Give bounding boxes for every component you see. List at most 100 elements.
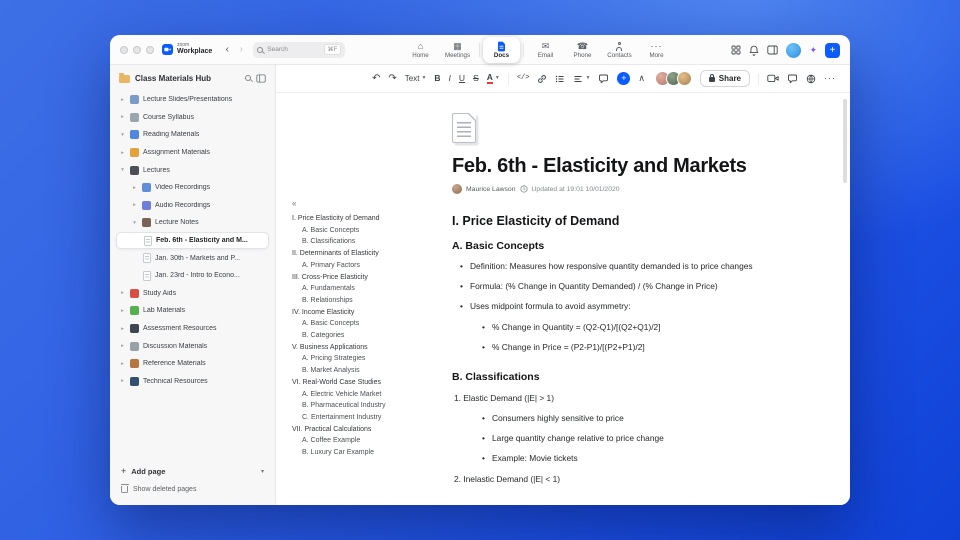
tab-home[interactable]: ⌂ Home (402, 37, 439, 63)
toc-item[interactable]: V. Business Applications (292, 342, 446, 354)
bullet-item[interactable]: Formula: (% Change in Quantity Demanded)… (452, 281, 790, 292)
undo-icon[interactable]: ↶ (372, 73, 380, 84)
chevron-right-icon[interactable]: ▸ (119, 114, 126, 120)
share-button[interactable]: Share (699, 70, 750, 87)
chevron-down-icon[interactable]: ▾ (131, 220, 138, 226)
chevron-right-icon[interactable]: ▸ (131, 202, 138, 208)
collapse-toc-icon[interactable]: « (292, 199, 446, 208)
vertical-scrollbar[interactable] (843, 99, 847, 183)
sidebar-item-jan-30th-page[interactable]: Jan. 30th - Markets and P... (116, 249, 269, 267)
toc-item[interactable]: A. Pricing Strategies (292, 353, 446, 365)
ai-companion-icon[interactable]: ✦ (809, 45, 817, 56)
tab-docs[interactable]: Docs (483, 37, 520, 63)
toc-item[interactable]: VII. Practical Calculations (292, 424, 446, 436)
text-style-dropdown[interactable]: Text ▼ (405, 74, 427, 83)
tab-contacts[interactable]: Contacts (601, 37, 638, 63)
chevron-down-icon[interactable]: ▾ (261, 468, 264, 475)
tab-phone[interactable]: ☎ Phone (564, 37, 601, 63)
zoom-window-button[interactable] (146, 45, 154, 54)
sidebar-item-course-syllabus[interactable]: ▸ Course Syllabus (116, 109, 269, 127)
sidebar-search-icon[interactable] (245, 75, 251, 81)
sub-bullet-item[interactable]: Example: Movie tickets (452, 453, 790, 464)
chevron-right-icon[interactable]: ▸ (119, 378, 126, 384)
sidebar-item-reading-materials[interactable]: ▾ Reading Materials (116, 126, 269, 144)
chevron-right-icon[interactable]: ▸ (131, 185, 138, 191)
new-item-button[interactable]: + (825, 42, 840, 58)
underline-button[interactable]: U (459, 74, 465, 83)
collaborator-avatar[interactable] (676, 71, 692, 86)
chevron-right-icon[interactable]: ▸ (119, 343, 126, 349)
search-input[interactable]: Search ⌘F (253, 41, 346, 58)
chevron-right-icon[interactable]: ▸ (119, 326, 126, 332)
chevron-right-icon[interactable]: ▸ (119, 97, 126, 103)
chevron-down-icon[interactable]: ▾ (119, 132, 126, 138)
toc-item[interactable]: A. Basic Concepts (292, 225, 446, 237)
redo-icon[interactable]: ↷ (388, 73, 396, 84)
sub-bullet-item[interactable]: % Change in Price = (P2-P1)/[(P2+P1)/2] (452, 342, 790, 353)
toc-item[interactable]: I. Price Elasticity of Demand (292, 213, 446, 225)
apps-icon[interactable] (731, 45, 741, 55)
page-title[interactable]: Feb. 6th - Elasticity and Markets (452, 155, 790, 178)
show-deleted-pages-button[interactable]: Show deleted pages (120, 484, 264, 493)
numbered-item[interactable]: 1. Elastic Demand (|E| > 1) (452, 393, 790, 404)
sidebar-item-jan-23rd-page[interactable]: Jan. 23rd - Intro to Econo... (116, 267, 269, 285)
tab-meetings[interactable]: ▦ Meetings (439, 37, 476, 63)
sidebar-item-audio-recordings[interactable]: ▸ Audio Recordings (116, 197, 269, 215)
tab-more[interactable]: ··· More (638, 37, 675, 63)
sub-bullet-item[interactable]: % Change in Quantity = (Q2-Q1)/[(Q2+Q1)/… (452, 322, 790, 333)
collapse-toolbar-icon[interactable]: ∧ (638, 74, 645, 83)
heading-2[interactable]: A. Basic Concepts (452, 240, 790, 252)
toc-item[interactable]: B. Relationships (292, 295, 446, 307)
back-button[interactable]: ‹ (220, 43, 234, 57)
side-panel-icon[interactable] (767, 45, 779, 55)
heading-2[interactable]: B. Classifications (452, 371, 790, 383)
add-page-button[interactable]: + Add page ▾ (121, 467, 264, 477)
text-color-dropdown[interactable]: A ▼ (486, 73, 500, 84)
toc-item[interactable]: B. Luxury Car Example (292, 447, 446, 459)
heading-1[interactable]: I. Price Elasticity of Demand (452, 214, 790, 228)
sidebar-item-feb-6th-page[interactable]: Feb. 6th - Elasticity and M... (116, 231, 269, 250)
sidebar-item-lab-materials[interactable]: ▸ Lab Materials (116, 302, 269, 320)
chevron-down-icon[interactable]: ▾ (119, 167, 126, 173)
sub-bullet-item[interactable]: Consumers highly sensitive to price (452, 413, 790, 424)
toc-item[interactable]: A. Basic Concepts (292, 318, 446, 330)
strikethrough-button[interactable]: S (473, 74, 479, 83)
chevron-right-icon[interactable]: ▸ (119, 290, 126, 296)
toc-item[interactable]: A. Electric Vehicle Market (292, 389, 446, 401)
chevron-right-icon[interactable]: ▸ (119, 361, 126, 367)
link-icon[interactable] (537, 74, 547, 84)
toc-item[interactable]: B. Categories (292, 330, 446, 342)
sidebar-item-technical-resources[interactable]: ▸ Technical Resources (116, 373, 269, 391)
sidebar-item-video-recordings[interactable]: ▸ Video Recordings (116, 179, 269, 197)
toc-item[interactable]: VI. Real-World Case Studies (292, 377, 446, 389)
bold-button[interactable]: B (434, 74, 440, 83)
toc-item[interactable]: A. Primary Factors (292, 260, 446, 272)
chevron-right-icon[interactable]: ▸ (119, 150, 126, 156)
minimize-window-button[interactable] (133, 45, 141, 54)
sidebar-item-reference-materials[interactable]: ▸ Reference Materials (116, 355, 269, 373)
toc-item[interactable]: B. Market Analysis (292, 365, 446, 377)
more-options-icon[interactable]: ··· (824, 74, 836, 83)
sidebar-item-lecture-notes[interactable]: ▾ Lecture Notes (116, 214, 269, 232)
sidebar-item-assessment-resources[interactable]: ▸ Assessment Resources (116, 320, 269, 338)
notifications-bell-icon[interactable] (749, 45, 759, 56)
profile-avatar[interactable] (786, 42, 802, 58)
toc-item[interactable]: II. Determinants of Elasticity (292, 248, 446, 260)
insert-block-button[interactable]: + (617, 72, 631, 85)
bullet-item[interactable]: Definition: Measures how responsive quan… (452, 261, 790, 272)
bullet-item[interactable]: Uses midpoint formula to avoid asymmetry… (452, 301, 790, 312)
chat-icon[interactable] (787, 74, 798, 84)
toc-item[interactable]: B. Pharmaceutical Industry (292, 400, 446, 412)
sidebar-item-discussion-materials[interactable]: ▸ Discussion Materials (116, 337, 269, 355)
toc-item[interactable]: IV. Income Elasticity (292, 307, 446, 319)
sidebar-item-lecture-slides[interactable]: ▸ Lecture Slides/Presentations (116, 91, 269, 109)
collapse-sidebar-icon[interactable] (256, 73, 266, 83)
comment-icon[interactable] (598, 74, 609, 84)
tab-email[interactable]: ✉ Email (527, 37, 564, 63)
toc-item[interactable]: C. Entertainment Industry (292, 412, 446, 424)
chevron-right-icon[interactable]: ▸ (119, 308, 126, 314)
forward-button[interactable]: › (234, 43, 248, 57)
code-button[interactable]: </> (517, 75, 530, 82)
sub-bullet-item[interactable]: Large quantity change relative to price … (452, 433, 790, 444)
toc-item[interactable]: III. Cross-Price Elasticity (292, 272, 446, 284)
